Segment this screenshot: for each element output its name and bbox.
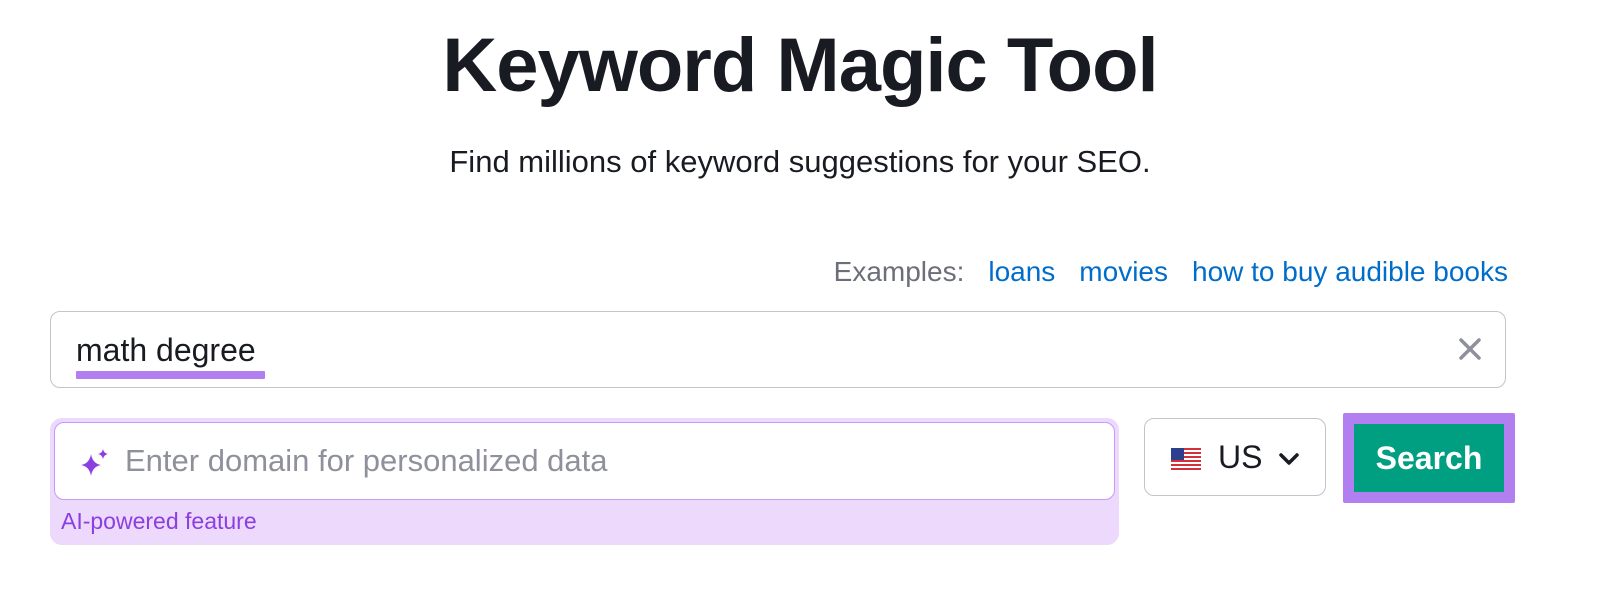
database-value: US <box>1218 439 1263 475</box>
us-flag-icon <box>1171 448 1201 470</box>
page-title: Keyword Magic Tool <box>442 23 1158 108</box>
sparkle-icon <box>79 447 111 479</box>
database-select[interactable]: US <box>1144 418 1326 496</box>
examples-row: Examples: loans movies how to buy audibl… <box>834 256 1508 288</box>
example-link-audible-books[interactable]: how to buy audible books <box>1192 256 1508 288</box>
examples-label: Examples: <box>833 256 965 287</box>
example-link-movies[interactable]: movies <box>1079 256 1168 288</box>
example-link-loans[interactable]: loans <box>988 256 1055 288</box>
keyword-input-value[interactable]: math degree <box>76 332 256 369</box>
ai-powered-label: AI-powered feature <box>61 508 257 534</box>
keyword-input[interactable]: math degree <box>50 311 1506 388</box>
chevron-down-icon <box>1278 451 1300 467</box>
search-button[interactable]: Search <box>1354 424 1504 492</box>
domain-input[interactable] <box>125 435 1085 487</box>
page-subtitle: Find millions of keyword suggestions for… <box>449 144 1151 179</box>
close-icon[interactable] <box>1455 334 1485 364</box>
ai-feature-panel: AI-powered feature <box>50 418 1119 545</box>
domain-field[interactable] <box>54 422 1115 500</box>
keyword-highlight-underline <box>76 371 265 379</box>
